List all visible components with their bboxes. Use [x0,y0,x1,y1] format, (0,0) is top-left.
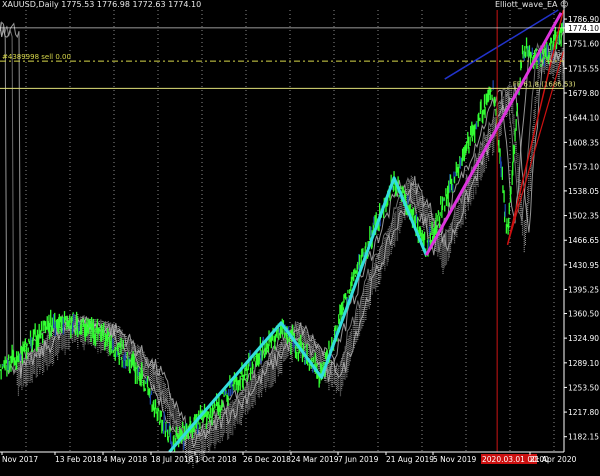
expert-advisor-name: Elliott_wave_EA ☺ [495,0,569,9]
time-tick-label: 18 Jul 2018 [151,455,194,464]
time-tick-label: 21 Aug 2019 [386,455,434,464]
price-tick-label: 1679.80 [568,89,599,98]
price-tick-label: 1608.35 [568,138,599,147]
price-tick-label: 1466.65 [568,236,599,245]
time-tick-label: 5 Nov 2019 [433,455,476,464]
price-tick-label: 1360.50 [568,310,599,319]
ma-line-2 [0,22,564,442]
blue-trendline [444,9,559,80]
price-tick-label: 1774.10 [568,24,599,33]
time-tick-label: 4 May 2018 [103,455,147,464]
price-tick-label: 1253.50 [568,383,599,392]
price-tick-label: 1786.90 [568,15,599,24]
price-tick-label: 1430.95 [568,261,599,270]
price-tick-label: 1395.25 [568,286,599,295]
time-tick-label: 13 Feb 2018 [55,455,102,464]
price-tick-label: 1502.35 [568,212,599,221]
time-tick-label: 26 Dec 2018 [243,455,291,464]
price-tick-label: 1324.90 [568,334,599,343]
price-chart[interactable]: 1786.901774.10 1751.60 1715.55 1679.80 1644.… [0,0,600,472]
chart-root[interactable]: 1786.90 1774.10 1751.60 1715.55 1679.80 1644.… [0,0,600,472]
time-tick-label: Nov 2017 [2,455,38,464]
ma-line-1 [0,21,564,447]
price-candles [0,20,565,453]
ma-line-3 [0,22,564,449]
chart-symbol-info: XAUUSD,Daily 1775.53 1776.98 1772.63 177… [2,0,202,9]
price-tick-label: 1538.05 [568,187,599,196]
price-tick-label: 1751.60 [568,39,599,48]
price-tick-label: 1644.10 [568,114,599,123]
price-tick-label: 1182.15 [568,433,599,442]
time-tick-label: 7 Jun 2019 [338,455,379,464]
sell-order-label: #4389998 sell 0.00 [2,53,71,61]
time-tick-label: 21 Apr 2020 [530,455,577,464]
fib-level-label: FE 61.8 (1686.53) [513,80,576,88]
price-tick-label: 1217.80 [568,408,599,417]
price-tick-label: 1573.10 [568,163,599,172]
time-tick-label: 24 Mar 2019 [291,455,339,464]
elliott-wave-primary [168,176,428,453]
time-tick-label: 1 Oct 2018 [195,455,237,464]
price-tick-label: 1715.55 [568,64,599,73]
price-tick-label: 1289.10 [568,359,599,368]
